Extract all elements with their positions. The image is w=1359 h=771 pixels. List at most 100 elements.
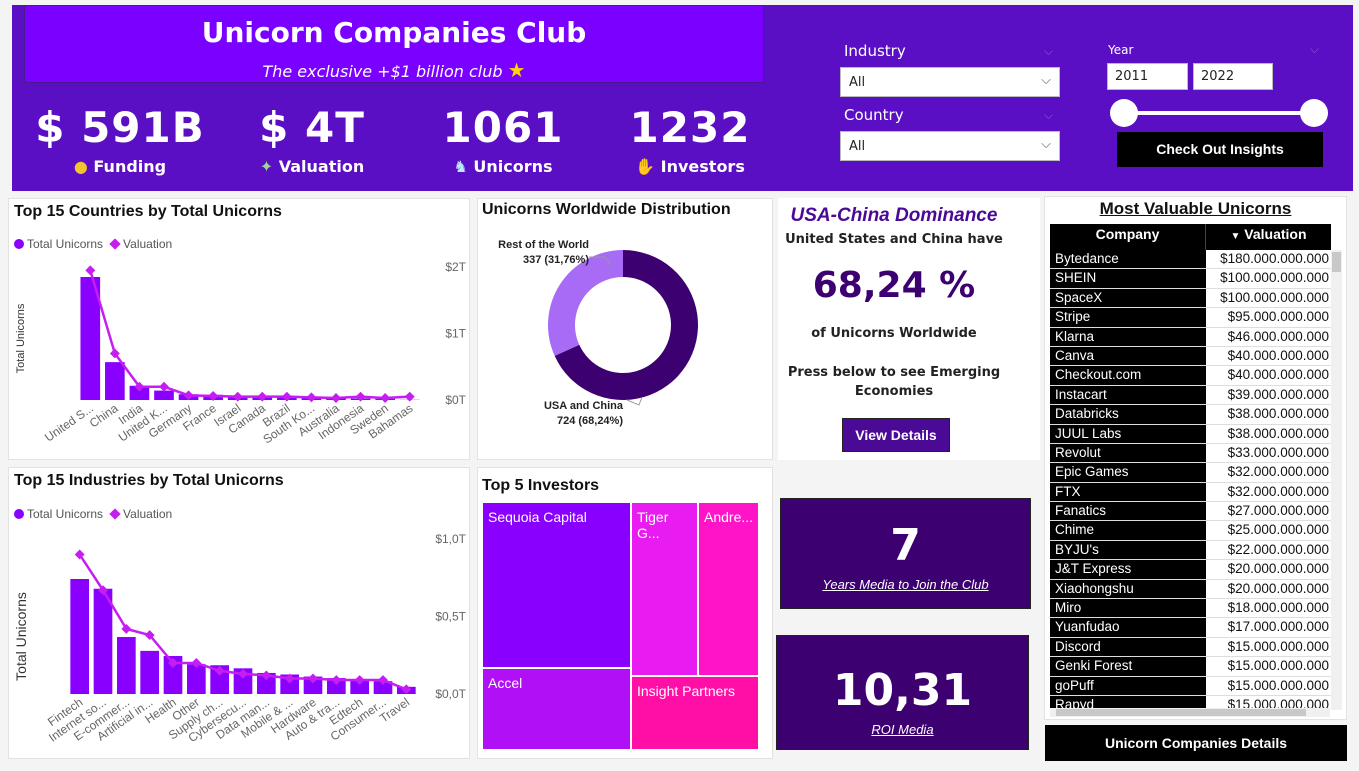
col-company-header[interactable]: Company	[1050, 224, 1206, 250]
country-dropdown[interactable]: All ⌵	[840, 131, 1060, 161]
table-row[interactable]: Chime $25.000.000.000	[1050, 521, 1342, 541]
roi-value: 10,31	[832, 665, 973, 716]
table-row[interactable]: Genki Forest $15.000.000.000	[1050, 657, 1342, 677]
treemap-accel[interactable]: Accel	[482, 668, 631, 750]
table-row[interactable]: goPuff $15.000.000.000	[1050, 676, 1342, 696]
table-title: Most Valuable Unicorns	[1099, 199, 1292, 218]
table-row[interactable]: Checkout.com $40.000.000.000	[1050, 366, 1342, 386]
treemap-insight[interactable]: Insight Partners	[631, 676, 759, 750]
table-row[interactable]: SpaceX $100.000.000.000	[1050, 288, 1342, 309]
y-axis-label: Total Unicorns	[13, 592, 29, 681]
table-header: Company ▼ Valuation	[1050, 224, 1342, 250]
company-cell: Revolut	[1050, 443, 1206, 463]
industries-chart: FintechInternet so...E-commer...Artifici…	[13, 532, 467, 745]
bar-1	[93, 588, 113, 694]
valuation-cell: $15.000.000.000	[1227, 677, 1329, 693]
industry-dropdown[interactable]: All ⌵	[840, 67, 1060, 97]
valuation-cell: $100.000.000.000	[1220, 270, 1329, 286]
year-slider-end-handle[interactable]	[1300, 99, 1328, 127]
valuation-cell: $32.000.000.000	[1227, 464, 1329, 480]
money-bag-icon: ●	[73, 157, 88, 176]
year-to-input[interactable]: 2022	[1193, 63, 1273, 90]
company-cell: Genki Forest	[1050, 657, 1206, 676]
company-cell: Epic Games	[1050, 463, 1206, 482]
year-slider-track[interactable]	[1125, 111, 1315, 115]
company-cell: Instacart	[1050, 385, 1206, 405]
year-slider-start-handle[interactable]	[1110, 99, 1138, 127]
page-subtitle: The exclusive +$1 billion club ★	[25, 58, 763, 82]
valuation-cell: $46.000.000.000	[1227, 328, 1329, 344]
check-out-insights-button[interactable]: Check Out Insights	[1117, 132, 1323, 167]
kpi-investors-text: Investors	[660, 157, 745, 176]
company-cell: Databricks	[1050, 405, 1206, 424]
star-icon: ★	[507, 58, 526, 82]
table-row[interactable]: J&T Express $20.000.000.000	[1050, 560, 1342, 580]
y2-tick-label: $0,5T	[435, 610, 466, 624]
treemap-andreessen[interactable]: Andre...	[698, 502, 759, 676]
table-hscrollbar-thumb[interactable]	[1056, 709, 1306, 716]
view-details-button[interactable]: View Details	[842, 418, 950, 452]
dominance-title: USA-China Dominance	[790, 205, 998, 226]
valuation-point-13	[404, 391, 415, 402]
table-row[interactable]: Instacart $39.000.000.000	[1050, 385, 1342, 406]
table-row[interactable]: Epic Games $32.000.000.000	[1050, 463, 1342, 483]
company-cell: J&T Express	[1050, 560, 1206, 579]
table-row[interactable]: Bytedance $180.000.000.000	[1050, 250, 1342, 270]
table-body: Bytedance $180.000.000.000 SHEIN $100.000.0…	[1050, 250, 1342, 710]
y2-tick-label: $0T	[445, 393, 466, 407]
years-value: 7	[890, 520, 921, 571]
table-row[interactable]: BYJU's $22.000.000.000	[1050, 540, 1342, 561]
table-row[interactable]: Stripe $95.000.000.000	[1050, 308, 1342, 328]
dominance-line1: United States and China have	[785, 232, 1003, 247]
valuation-cell: $39.000.000.000	[1227, 386, 1329, 402]
valuation-point-3	[159, 381, 169, 392]
legend-total-unicorns: Total Unicorns	[27, 237, 104, 251]
chevron-down-icon[interactable]: ⌵	[1044, 44, 1053, 59]
years-card: 7 Years Media to Join the Club	[780, 498, 1031, 609]
table-scrollbar-thumb[interactable]	[1332, 252, 1341, 272]
table-row[interactable]: FTX $32.000.000.000	[1050, 482, 1342, 503]
table-row[interactable]: Xiaohongshu $20.000.000.000	[1050, 579, 1342, 600]
valuation-cell: $15.000.000.000	[1227, 658, 1329, 674]
table-row[interactable]: Canva $40.000.000.000	[1050, 346, 1342, 367]
table-row[interactable]: Yuanfudao $17.000.000.000	[1050, 618, 1342, 638]
valuation-point-11	[355, 391, 366, 402]
table-row[interactable]: Revolut $33.000.000.000	[1050, 443, 1342, 464]
company-cell: Fanatics	[1050, 502, 1206, 521]
table-row[interactable]: SHEIN $100.000.000.000	[1050, 269, 1342, 289]
country-dropdown-value: All	[849, 139, 866, 154]
col-valuation-header[interactable]: ▼ Valuation	[1206, 224, 1331, 250]
unicorn-details-button[interactable]: Unicorn Companies Details	[1045, 725, 1347, 761]
donut-rest-value: 337 (31,76%)	[523, 254, 589, 266]
table-row[interactable]: Miro $18.000.000.000	[1050, 599, 1342, 619]
table-row[interactable]: Fanatics $27.000.000.000	[1050, 502, 1342, 522]
company-cell: Discord	[1050, 637, 1206, 657]
table-row[interactable]: JUUL Labs $38.000.000.000	[1050, 424, 1342, 444]
industries-chart-title: Top 15 Industries by Total Unicorns	[14, 472, 284, 489]
kpi-funding-label: ● Funding	[20, 157, 220, 176]
valuation-point-8	[281, 391, 292, 402]
industries-chart-legend: Total Unicorns Valuation	[14, 507, 172, 521]
table-hscrollbar[interactable]	[1050, 708, 1330, 717]
year-from-input[interactable]: 2011	[1107, 63, 1188, 90]
treemap-sequoia[interactable]: Sequoia Capital	[482, 502, 631, 668]
table-row[interactable]: Discord $15.000.000.000	[1050, 637, 1342, 658]
money-wings-icon: ✦	[259, 157, 274, 176]
countries-chart-title: Top 15 Countries by Total Unicorns	[14, 203, 282, 220]
valuation-cell: $38.000.000.000	[1227, 425, 1329, 441]
dominance-line3: Press below to see Emerging Economies	[787, 365, 1001, 399]
kpi-unicorns-text: Unicorns	[473, 157, 553, 176]
valuation-cell: $22.000.000.000	[1227, 541, 1329, 557]
kpi-investors-value: 1232	[629, 103, 751, 152]
valuable-unicorns-table[interactable]: Company ▼ Valuation Bytedance $180.000.00…	[1050, 224, 1342, 710]
table-row[interactable]: Databricks $38.000.000.000	[1050, 405, 1342, 425]
valuation-cell: $32.000.000.000	[1227, 483, 1329, 499]
countries-chart-legend: Total Unicorns Valuation	[14, 237, 172, 251]
chevron-down-icon[interactable]: ⌵	[1310, 42, 1319, 57]
company-cell: Chime	[1050, 521, 1206, 540]
table-scrollbar[interactable]	[1331, 250, 1342, 710]
table-row[interactable]: Klarna $46.000.000.000	[1050, 327, 1342, 347]
treemap-tiger[interactable]: Tiger G...	[631, 502, 698, 676]
chevron-down-icon[interactable]: ⌵	[1044, 108, 1053, 123]
y-axis-label: Total Unicorns	[15, 303, 27, 373]
